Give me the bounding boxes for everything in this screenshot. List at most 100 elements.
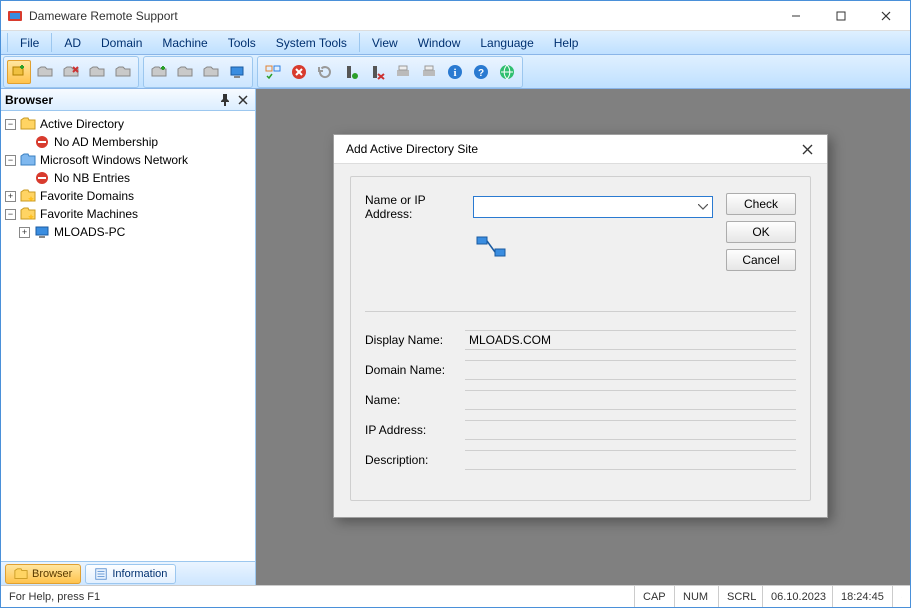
menu-language[interactable]: Language [470, 31, 543, 54]
add-site-button[interactable] [7, 60, 31, 84]
collapse-icon[interactable]: − [5, 155, 16, 166]
tree-label: No NB Entries [54, 171, 130, 185]
menu-view[interactable]: View [362, 31, 408, 54]
svg-text:?: ? [478, 68, 484, 79]
tree-label: Favorite Domains [40, 189, 134, 203]
domain-name-field [465, 360, 796, 380]
menu-ad[interactable]: AD [54, 31, 91, 54]
tab-label: Information [112, 568, 167, 580]
mdi-area: Add Active Directory Site Name or IP Add… [256, 89, 910, 585]
menu-domain[interactable]: Domain [91, 31, 152, 54]
collapse-icon[interactable]: − [5, 119, 16, 130]
name-or-ip-field[interactable] [474, 197, 694, 217]
toolbar-group-2 [143, 56, 253, 88]
expand-icon[interactable]: + [19, 227, 30, 238]
ok-button[interactable]: OK [726, 221, 796, 243]
label-name-or-ip: Name or IP Address: [365, 193, 473, 221]
folder-button-2[interactable] [85, 60, 109, 84]
add-ad-site-dialog: Add Active Directory Site Name or IP Add… [333, 134, 828, 518]
status-help: For Help, press F1 [1, 586, 634, 607]
refresh-button[interactable] [313, 60, 337, 84]
globe-button[interactable] [495, 60, 519, 84]
tree-favorite-machines[interactable]: − Favorite Machines [5, 205, 255, 223]
name-or-ip-input[interactable] [473, 196, 713, 218]
cancel-button[interactable]: Cancel [726, 249, 796, 271]
browser-tree[interactable]: − Active Directory No AD Membership − Mi… [1, 111, 255, 561]
browser-panel-header: Browser [1, 89, 255, 111]
help-button[interactable]: ? [469, 60, 493, 84]
tab-browser[interactable]: Browser [5, 564, 81, 584]
print-button-2[interactable] [417, 60, 441, 84]
tree-no-ad-membership[interactable]: No AD Membership [5, 133, 255, 151]
menu-system-tools[interactable]: System Tools [266, 31, 357, 54]
checklist-button[interactable] [261, 60, 285, 84]
menubar: File AD Domain Machine Tools System Tool… [1, 31, 910, 55]
server-remove-button[interactable] [365, 60, 389, 84]
tree-label: MLOADS-PC [54, 225, 125, 239]
stop-button[interactable] [287, 60, 311, 84]
expand-icon[interactable]: + [5, 191, 16, 202]
blocked-icon [34, 134, 50, 150]
minimize-button[interactable] [773, 2, 818, 30]
dialog-close-button[interactable] [787, 135, 827, 163]
menu-machine[interactable]: Machine [152, 31, 217, 54]
maximize-button[interactable] [818, 2, 863, 30]
folder-button-5[interactable] [199, 60, 223, 84]
panel-close-icon[interactable] [235, 92, 251, 108]
status-scrl: SCRL [718, 586, 762, 607]
folder-add-button[interactable] [147, 60, 171, 84]
menu-window[interactable]: Window [408, 31, 471, 54]
resize-grip-icon[interactable] [892, 586, 910, 607]
folder-button-4[interactable] [173, 60, 197, 84]
browser-panel-title: Browser [5, 93, 215, 107]
folder-button-1[interactable] [33, 60, 57, 84]
tree-label: No AD Membership [54, 135, 158, 149]
machine-button[interactable] [225, 60, 249, 84]
tree-no-nb-entries[interactable]: No NB Entries [5, 169, 255, 187]
folder-button-3[interactable] [111, 60, 135, 84]
label-domain-name: Domain Name: [365, 363, 465, 377]
print-button-1[interactable] [391, 60, 415, 84]
label-description: Description: [365, 453, 465, 467]
info-tab-icon [94, 567, 108, 581]
menu-file[interactable]: File [10, 31, 49, 54]
menu-help[interactable]: Help [544, 31, 589, 54]
dialog-titlebar[interactable]: Add Active Directory Site [334, 135, 827, 164]
server-button[interactable] [339, 60, 363, 84]
status-date: 06.10.2023 [762, 586, 832, 607]
main-area: Browser − Active Directory No AD Members… [1, 89, 910, 585]
dialog-title: Add Active Directory Site [346, 142, 787, 156]
tree-label: Microsoft Windows Network [40, 153, 188, 167]
browser-panel-tabs: Browser Information [1, 561, 255, 585]
menu-tools[interactable]: Tools [218, 31, 266, 54]
tab-information[interactable]: Information [85, 564, 176, 584]
check-button[interactable]: Check [726, 193, 796, 215]
chevron-down-icon[interactable] [694, 197, 712, 217]
label-name: Name: [365, 393, 465, 407]
tree-label: Active Directory [40, 117, 124, 131]
tree-favorite-domains[interactable]: + Favorite Domains [5, 187, 255, 205]
browser-panel: Browser − Active Directory No AD Members… [1, 89, 256, 585]
collapse-icon[interactable]: − [5, 209, 16, 220]
toolbar: i ? [1, 55, 910, 89]
monitor-icon [34, 224, 50, 240]
svg-text:i: i [453, 67, 456, 79]
tree-windows-network[interactable]: − Microsoft Windows Network [5, 151, 255, 169]
window-title: Dameware Remote Support [29, 9, 773, 23]
close-button[interactable] [863, 2, 908, 30]
pin-icon[interactable] [217, 92, 233, 108]
statusbar: For Help, press F1 CAP NUM SCRL 06.10.20… [1, 585, 910, 607]
folder-icon [20, 116, 36, 132]
tab-label: Browser [32, 568, 72, 580]
folder-remove-button[interactable] [59, 60, 83, 84]
info-button[interactable]: i [443, 60, 467, 84]
dialog-groupbox: Name or IP Address: Check OK Cancel [350, 176, 811, 501]
app-icon [7, 8, 23, 24]
favorites-folder-icon [20, 206, 36, 222]
display-name-field: MLOADS.COM [465, 330, 796, 350]
tree-active-directory[interactable]: − Active Directory [5, 115, 255, 133]
description-field [465, 450, 796, 470]
tree-machine-item[interactable]: + MLOADS-PC [5, 223, 255, 241]
favorites-folder-icon [20, 188, 36, 204]
tree-label: Favorite Machines [40, 207, 138, 221]
